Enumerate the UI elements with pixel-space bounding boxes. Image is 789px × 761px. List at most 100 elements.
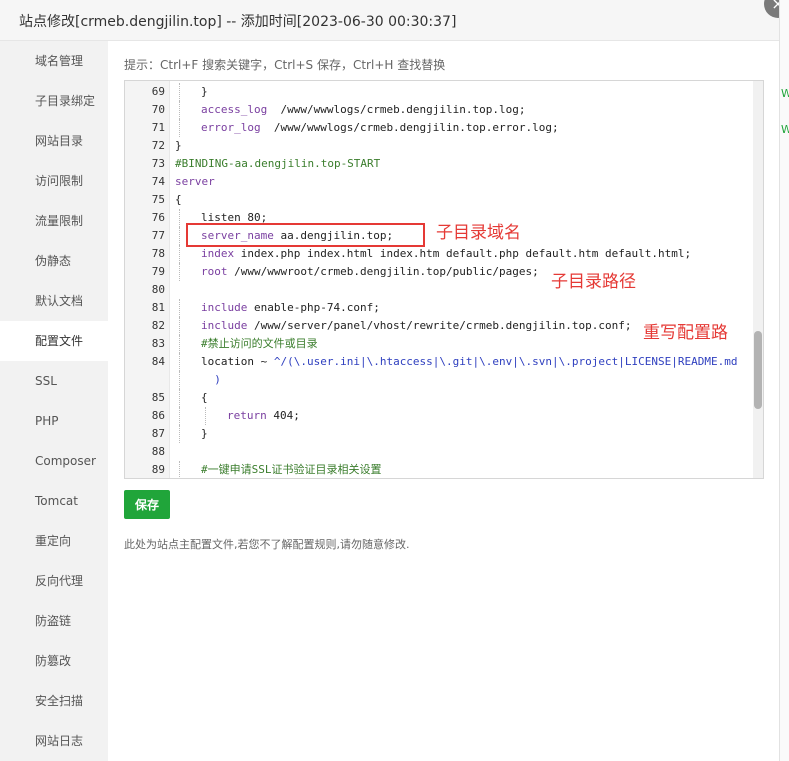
sidebar-item[interactable]: 伪静态	[0, 241, 108, 281]
sidebar-item[interactable]: PHP	[0, 401, 108, 441]
code-text: server	[175, 173, 215, 191]
code-line: 71 error_log /www/wwwlogs/crmeb.dengjilin…	[125, 119, 755, 137]
code-line: 73 #BINDING-aa.dengjilin.top-START	[125, 155, 755, 173]
code-token: /www/wwwroot/crmeb.dengjilin.top/public/…	[227, 265, 539, 278]
code-token: include	[201, 301, 248, 314]
line-number: 89	[151, 463, 165, 476]
line-number: 72	[151, 139, 165, 152]
indent-guide	[179, 407, 180, 425]
code-token: }	[175, 139, 182, 152]
sidebar-item[interactable]: 域名管理	[0, 41, 108, 81]
line-number: 80	[151, 283, 165, 296]
sidebar-item[interactable]: SSL	[0, 361, 108, 401]
code-token: return	[227, 409, 267, 422]
code-line: 72}	[125, 137, 755, 155]
code-token: access_log	[201, 103, 268, 116]
indent-guide	[179, 425, 180, 443]
code-text: )	[201, 371, 221, 389]
sidebar-item[interactable]: Composer	[0, 441, 108, 481]
code-token: {	[201, 391, 208, 404]
scrollbar-thumb[interactable]	[754, 331, 762, 409]
code-text: return 404;	[227, 407, 300, 425]
indent-guide	[179, 83, 180, 101]
sidebar-item[interactable]: Tomcat	[0, 481, 108, 521]
line-number: 83	[151, 337, 165, 350]
indent-guide	[205, 407, 206, 425]
code-token: /www/wwwlogs/crmeb.dengjilin.top.error.l…	[260, 121, 559, 134]
code-line: 79 root /www/wwwroot/crmeb.dengjilin.top/…	[125, 263, 755, 281]
indent-guide	[179, 353, 180, 371]
code-text: }	[201, 83, 208, 101]
code-line: 84 location ~ ^/(\.user.ini|\.htaccess|\.…	[125, 353, 755, 371]
code-token: {	[175, 193, 182, 206]
code-line: 75 {	[125, 191, 755, 209]
code-token: )	[201, 373, 221, 386]
shortcut-hint: 提示：Ctrl+F 搜索关键字，Ctrl+S 保存，Ctrl+H 查找替换	[124, 58, 446, 72]
code-line: 86 return 404;	[125, 407, 755, 425]
window-title: 站点修改[crmeb.dengjilin.top] -- 添加时间[2023-0…	[19, 14, 457, 30]
code-line: 70 access_log /www/wwwlogs/crmeb.dengjili…	[125, 101, 755, 119]
code-line: 87}	[125, 425, 755, 443]
sidebar-item[interactable]: 配置文件	[0, 321, 108, 361]
sidebar-item[interactable]: 访问限制	[0, 161, 108, 201]
line-number: 85	[151, 391, 165, 404]
code-token: index.php index.html index.htm default.p…	[234, 247, 692, 260]
code-token: }	[201, 427, 208, 440]
line-number: 77	[151, 229, 165, 242]
sidebar-item[interactable]: 默认文档	[0, 281, 108, 321]
sidebar-item[interactable]: 安全扫描	[0, 681, 108, 721]
sidebar-item[interactable]: 重定向	[0, 521, 108, 561]
sidebar-item[interactable]: 子目录绑定	[0, 81, 108, 121]
line-number: 84	[151, 355, 165, 368]
sidebar-item[interactable]: 网站日志	[0, 721, 108, 761]
code-line: 69}	[125, 83, 755, 101]
code-line: 88	[125, 443, 755, 461]
settings-sidebar: 域名管理 子目录绑定 网站目录 访问限制 流量限制 伪静态 默认文档 配置文件 SSL PHP Co…	[0, 41, 108, 761]
editor-scrollbar[interactable]	[753, 81, 763, 478]
line-number: 88	[151, 445, 165, 458]
line-number: 71	[151, 121, 165, 134]
save-button[interactable]: 保存	[124, 490, 170, 519]
indent-guide	[179, 263, 180, 281]
annotation-subpath: 子目录路径	[551, 272, 636, 292]
code-token: location ~	[201, 355, 274, 368]
code-token: server	[175, 175, 215, 188]
sidebar-item[interactable]: 防篡改	[0, 641, 108, 681]
code-line: 78 index index.php index.html index.htm d…	[125, 245, 755, 263]
line-number: 78	[151, 247, 165, 260]
code-text: error_log /www/wwwlogs/crmeb.dengjilin.t…	[201, 119, 559, 137]
sidebar-item[interactable]: 流量限制	[0, 201, 108, 241]
indent-guide	[179, 389, 180, 407]
config-editor[interactable]: 69} 70 access_log /www/wwwlogs/crmeb.dengj…	[124, 80, 764, 479]
code-text: {	[201, 389, 208, 407]
code-text: include /www/server/panel/vhost/rewrite/…	[201, 317, 631, 335]
code-line: 81 include enable-php-74.conf;	[125, 299, 755, 317]
indent-guide	[179, 335, 180, 353]
highlight-box-server-name	[186, 223, 425, 247]
line-number: 87	[151, 427, 165, 440]
code-text: location ~ ^/(\.user.ini|\.htaccess|\.gi…	[201, 353, 737, 371]
code-text: root /www/wwwroot/crmeb.dengjilin.top/pu…	[201, 263, 539, 281]
line-number: 74	[151, 175, 165, 188]
sidebar-item[interactable]: 防盗链	[0, 601, 108, 641]
config-warning-note: 此处为站点主配置文件,若您不了解配置规则,请勿随意修改.	[124, 538, 410, 551]
annotation-subdomain: 子目录域名	[436, 223, 521, 243]
indent-guide	[179, 101, 180, 119]
code-token: root	[201, 265, 228, 278]
background-window-edge: W W	[779, 0, 789, 761]
annotation-rewrite: 重写配置路	[643, 323, 728, 343]
indent-guide	[179, 209, 180, 227]
window-titlebar: 站点修改[crmeb.dengjilin.top] -- 添加时间[2023-0…	[0, 0, 779, 41]
background-glyph: W	[781, 87, 789, 100]
code-token: ^/(\.user.ini|\.htaccess|\.git|\.env|\.s…	[273, 355, 738, 368]
code-text: #一键申请SSL证书验证目录相关设置	[201, 461, 382, 478]
line-number: 76	[151, 211, 165, 224]
code-line: )	[125, 371, 755, 389]
sidebar-item[interactable]: 反向代理	[0, 561, 108, 601]
line-number: 70	[151, 103, 165, 116]
code-token: #一键申请SSL证书验证目录相关设置	[201, 463, 382, 476]
sidebar-item[interactable]: 网站目录	[0, 121, 108, 161]
code-token: include	[201, 319, 248, 332]
code-token: index	[201, 247, 235, 260]
code-text: }	[175, 137, 182, 155]
